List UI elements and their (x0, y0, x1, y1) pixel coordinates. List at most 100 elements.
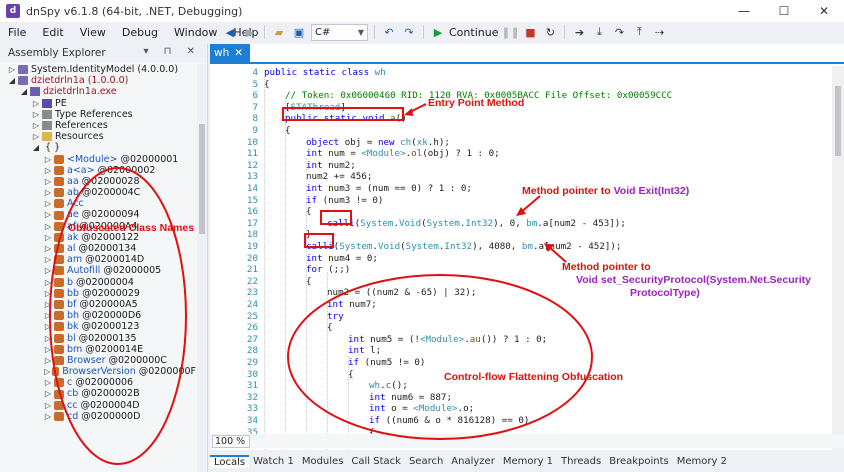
stop-icon[interactable]: ■ (522, 24, 538, 40)
expand-arrow-icon[interactable]: ▷ (44, 243, 52, 254)
tree-node[interactable]: ▷ cd @0200000D (0, 411, 196, 422)
tree-node[interactable]: ▷ al @02000134 (0, 243, 196, 254)
tree-node[interactable]: ▷ bm @0200014E (0, 344, 196, 355)
tab-memory-1[interactable]: Memory 1 (499, 456, 557, 467)
menu-file[interactable]: File (0, 26, 34, 39)
step-out-icon[interactable]: ⤒ (631, 24, 647, 40)
tree-node[interactable]: ▷ Acc (0, 198, 196, 209)
language-select[interactable]: C# ▼ (311, 23, 368, 41)
tree-node[interactable]: ▷ c @02000006 (0, 377, 196, 388)
tab-watch-1[interactable]: Watch 1 (249, 456, 298, 467)
expand-arrow-icon[interactable]: ▷ (44, 187, 52, 198)
break-all-icon[interactable]: ❚❚ (501, 24, 519, 40)
code-view[interactable]: 4 public static class wh 5{6// Token: 0x06… (210, 66, 832, 454)
tree-node[interactable]: ▷ bk @02000123 (0, 321, 196, 332)
expand-arrow-icon[interactable]: ▷ (44, 176, 52, 187)
tree-scrollbar-thumb[interactable] (199, 124, 205, 234)
expand-arrow-icon[interactable]: ▷ (32, 131, 40, 142)
tree-node[interactable]: ◢ { } (0, 142, 196, 153)
expand-arrow-icon[interactable]: ▷ (44, 411, 52, 422)
tab-search[interactable]: Search (405, 456, 447, 467)
expand-arrow-icon[interactable]: ▷ (44, 198, 52, 209)
tree-node[interactable]: ▷ Autofill @02000005 (0, 265, 196, 276)
collapse-arrow-icon[interactable]: ◢ (32, 142, 40, 153)
tree-node[interactable]: ◢ dzietdrln1a.exe (0, 86, 196, 97)
tree-node[interactable]: ▷ bl @02000135 (0, 333, 196, 344)
tree-node[interactable]: ▷ Resources (0, 131, 196, 142)
expand-arrow-icon[interactable]: ▷ (32, 120, 40, 131)
tree-node[interactable]: ▷ aa @02000028 (0, 176, 196, 187)
tab-breakpoints[interactable]: Breakpoints (605, 456, 673, 467)
menu-view[interactable]: View (72, 26, 114, 39)
expand-arrow-icon[interactable]: ▷ (44, 277, 52, 288)
save-all-icon[interactable]: ▣ (291, 24, 307, 40)
maximize-button[interactable]: ☐ (764, 0, 804, 22)
show-next-statement-icon[interactable]: ➔ (571, 24, 587, 40)
zoom-select[interactable]: 100 % (212, 434, 250, 448)
expand-arrow-icon[interactable]: ▷ (44, 288, 52, 299)
code-scrollbar[interactable] (832, 66, 844, 454)
collapse-arrow-icon[interactable]: ◢ (8, 75, 16, 86)
open-icon[interactable]: ▰ (271, 24, 287, 40)
forward-icon[interactable]: ▶ (242, 24, 258, 40)
tree-node[interactable]: ◢ dzietdrln1a (1.0.0.0) (0, 75, 196, 86)
expand-arrow-icon[interactable]: ▷ (44, 221, 52, 232)
expand-arrow-icon[interactable]: ▷ (44, 254, 52, 265)
expand-arrow-icon[interactable]: ▷ (44, 265, 52, 276)
tree-node[interactable]: ▷ b @02000004 (0, 277, 196, 288)
collapse-arrow-icon[interactable]: ◢ (20, 86, 28, 97)
tree-node[interactable]: ▷ ab @0200004C (0, 187, 196, 198)
tab-call-stack[interactable]: Call Stack (347, 456, 405, 467)
document-tab-wh[interactable]: wh ✕ (210, 44, 250, 62)
tab-modules[interactable]: Modules (298, 456, 348, 467)
expand-arrow-icon[interactable]: ▷ (44, 377, 52, 388)
tree-node[interactable]: ▷ <Module> @02000001 (0, 154, 196, 165)
expand-arrow-icon[interactable]: ▷ (44, 344, 52, 355)
tree-node[interactable]: ▷ References (0, 120, 196, 131)
tab-memory-2[interactable]: Memory 2 (673, 456, 731, 467)
redo-icon[interactable]: ↷ (401, 24, 417, 40)
expand-arrow-icon[interactable]: ▷ (44, 366, 50, 377)
expand-arrow-icon[interactable]: ▷ (44, 333, 52, 344)
back-icon[interactable]: ◀ (222, 24, 238, 40)
restart-icon[interactable]: ↻ (542, 24, 558, 40)
menu-debug[interactable]: Debug (114, 26, 166, 39)
tree-node[interactable]: ▷ Browser @0200000C (0, 355, 196, 366)
panel-options-icons[interactable]: ▾ ⊓ ✕ (143, 46, 201, 57)
tree-node[interactable]: ▷ ae @02000094 (0, 209, 196, 220)
expand-arrow-icon[interactable]: ▷ (8, 64, 16, 75)
expand-arrow-icon[interactable]: ▷ (44, 310, 52, 321)
menu-window[interactable]: Window (166, 26, 225, 39)
tab-locals[interactable]: Locals (210, 454, 250, 468)
close-icon[interactable]: ✕ (234, 47, 243, 59)
tree-node[interactable]: ▷ System.IdentityModel (4.0.0.0) (0, 64, 196, 75)
tree-node[interactable]: ▷ Type References (0, 109, 196, 120)
tree-node[interactable]: ▷ bh @020000D6 (0, 310, 196, 321)
expand-arrow-icon[interactable]: ▷ (44, 165, 52, 176)
close-window-button[interactable]: ✕ (804, 0, 844, 22)
expand-arrow-icon[interactable]: ▷ (44, 388, 52, 399)
tree-node[interactable]: ▷ a<a> @02000002 (0, 165, 196, 176)
tree-node[interactable]: ▷ cb @0200002B (0, 388, 196, 399)
tree-node[interactable]: ▷ bb @02000029 (0, 288, 196, 299)
expand-arrow-icon[interactable]: ▷ (44, 400, 52, 411)
tree-node[interactable]: ▷ cc @0200004D (0, 400, 196, 411)
expand-arrow-icon[interactable]: ▷ (32, 98, 40, 109)
tab-analyzer[interactable]: Analyzer (447, 456, 499, 467)
tree-node[interactable]: ▷ am @0200014D (0, 254, 196, 265)
undo-icon[interactable]: ↶ (381, 24, 397, 40)
menu-edit[interactable]: Edit (34, 26, 71, 39)
debug-options-icon[interactable]: ⇢ (651, 24, 667, 40)
step-into-icon[interactable]: ⤓ (591, 24, 607, 40)
tree-node[interactable]: ▷ bf @020000A5 (0, 299, 196, 310)
code-scrollbar-thumb[interactable] (835, 86, 841, 156)
tree-node[interactable]: ▷ BrowserVersion @0200000F (0, 366, 196, 377)
expand-arrow-icon[interactable]: ▷ (44, 209, 52, 220)
tree-scrollbar[interactable] (197, 64, 207, 472)
tree-node[interactable]: ▷ PE (0, 98, 196, 109)
tab-threads[interactable]: Threads (557, 456, 605, 467)
expand-arrow-icon[interactable]: ▷ (44, 232, 52, 243)
expand-arrow-icon[interactable]: ▷ (44, 299, 52, 310)
expand-arrow-icon[interactable]: ▷ (44, 321, 52, 332)
minimize-button[interactable]: — (724, 0, 764, 22)
